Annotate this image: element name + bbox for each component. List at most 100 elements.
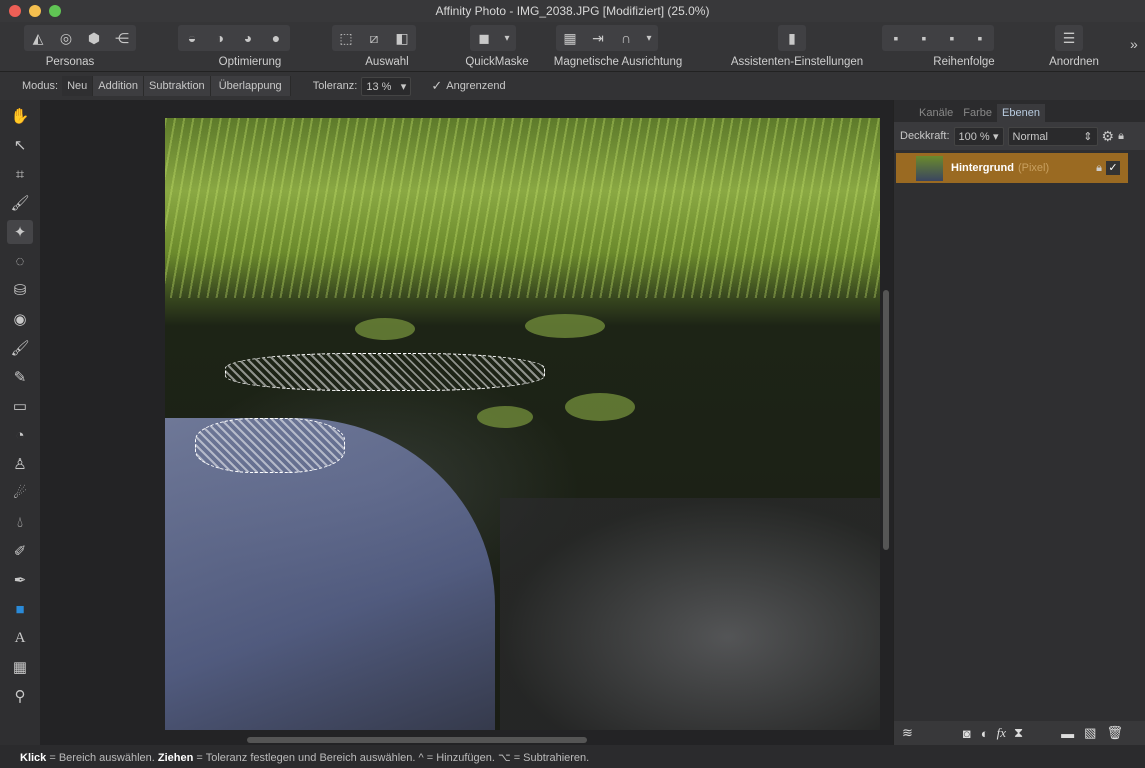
lock-icon[interactable]: 🔒︎ [1118,130,1124,143]
adjustment-icon[interactable]: ◐ [981,726,989,741]
auto-colors-icon[interactable]: ◕ [234,25,262,51]
vertical-scrollbar[interactable] [883,290,889,550]
snapping-magnet-icon[interactable]: ∩ [612,25,640,51]
dropdown-icon[interactable]: ▾ [640,25,658,51]
paint-brush-tool-icon[interactable]: 🖌︎ [7,336,33,360]
tab-channels[interactable]: Kanäle [914,104,958,122]
blend-mode-select[interactable]: Normal ⇕ [1007,126,1098,146]
clone-tool-icon[interactable]: ♙ [7,452,33,476]
contiguous-checkbox[interactable]: ✓ [431,78,442,94]
toolbar-group-label: Assistenten-Einstellungen [730,56,864,68]
mode-subtract-button[interactable]: Subtraktion [144,76,211,96]
close-button[interactable] [9,5,21,17]
layer-row[interactable]: Hintergrund (Pixel) 🔒︎ ✓ [896,153,1128,183]
dropdown-icon[interactable]: ▾ [498,25,516,51]
mode-label: Modus: [22,80,59,92]
mode-add-button[interactable]: Addition [93,76,145,96]
zoom-button[interactable] [49,5,61,17]
live-filter-icon[interactable]: ⧗ [1014,725,1023,741]
photo-persona-icon[interactable]: ◭ [24,25,52,51]
auto-levels-icon[interactable]: ◒ [178,25,206,51]
lily-pad [565,393,635,421]
selection-brush-tool-icon[interactable]: 🖌︎ [7,191,33,215]
canvas[interactable] [40,100,893,745]
export-persona-icon[interactable]: ⋲ [108,25,136,51]
invert-selection-icon[interactable]: ◧ [388,25,416,51]
toolbar-group-label: Personas [45,56,95,68]
align-icon[interactable]: ☰ [1055,25,1083,51]
blur-tool-icon[interactable]: 💧︎ [7,510,33,534]
auto-contrast-icon[interactable]: ◑ [206,25,234,51]
erase-tool-icon[interactable]: ▭ [7,394,33,418]
dropdown-icon: ▾ [992,130,999,143]
text-tool-icon[interactable]: A [7,626,33,650]
move-back-icon[interactable]: ▪ [882,25,910,51]
smudge-tool-icon[interactable]: ☄ [7,481,33,505]
tolerance-label: Toleranz: [312,80,358,92]
delete-layer-icon[interactable]: 🗑︎ [1106,725,1123,741]
select-all-icon[interactable]: ⬚ [332,25,360,51]
move-backward-icon[interactable]: ▪ [910,25,938,51]
toolbar: ◭ ◎ ⬢ ⋲ Personas ◒ ◑ ◕ ● Optimierung ⬚ ⧄ ◧ Auswahl ◼ ▾ Q… [0,22,1145,72]
zoom-tool-icon[interactable]: ⚲ [7,684,33,708]
move-tool-icon[interactable]: ↖ [7,133,33,157]
new-pixel-layer-icon[interactable]: ▧ [1084,725,1096,741]
toolbar-group-label: Reihenfolge [933,56,995,68]
toolbar-group-label: Anordnen [1049,56,1099,68]
deselect-icon[interactable]: ⧄ [360,25,388,51]
move-front-icon[interactable]: ▪ [966,25,994,51]
toolbar-group-label: QuickMaske [465,56,529,68]
color-picker-tool-icon[interactable]: ◉ [7,307,33,331]
horizontal-scrollbar[interactable] [247,737,587,743]
opacity-label: Deckkraft: [900,130,950,142]
assistant-icon[interactable]: ▮ [778,25,806,51]
mode-new-button[interactable]: Neu [62,76,94,96]
toolbar-group-personas: ◭ ◎ ⬢ ⋲ [24,25,136,51]
mask-layer-icon[interactable]: ◙ [963,726,971,741]
move-forward-icon[interactable]: ▪ [938,25,966,51]
layer-visibility-checkbox[interactable]: ✓ [1106,161,1120,175]
quickmask-icon[interactable]: ◼ [470,25,498,51]
snapping-move-icon[interactable]: ⇥ [584,25,612,51]
tolerance-field[interactable]: 13 % ▾ [361,76,412,96]
toolbar-group-reihenfolge: ▪ ▪ ▪ ▪ [882,25,994,51]
mesh-warp-tool-icon[interactable]: ▦ [7,655,33,679]
tab-color[interactable]: Farbe [958,104,997,122]
tab-layers[interactable]: Ebenen [997,104,1045,122]
title-bar: Affinity Photo - IMG_2038.JPG [Modifizie… [0,0,1145,22]
marquee-tool-icon[interactable]: ◌ [7,249,33,273]
opacity-field[interactable]: 100 % ▾ [953,126,1004,146]
liquify-persona-icon[interactable]: ◎ [52,25,80,51]
fx-icon[interactable]: fx [997,725,1006,741]
flood-select-tool-icon[interactable]: ✦ [7,220,33,244]
window-title: Affinity Photo - IMG_2038.JPG [Modifizie… [435,4,710,18]
blend-mode-value: Normal [1012,130,1048,143]
layer-thumbnail [916,155,943,181]
minimize-button[interactable] [29,5,41,17]
layers-icon[interactable]: ≋ [902,725,913,741]
dodge-tool-icon[interactable]: ◔ [7,423,33,447]
contiguous-label: Angrenzend [446,80,506,92]
pen-tool-icon[interactable]: ✒ [7,568,33,592]
gear-icon[interactable]: ⚙ [1102,128,1115,145]
fill-tool-icon[interactable]: ⛁ [7,278,33,302]
snapping-grid-icon[interactable]: ▦ [556,25,584,51]
document-image[interactable] [165,118,880,730]
status-key-drag: Ziehen [157,752,194,764]
toolbar-overflow-button[interactable]: » [1130,36,1138,52]
group-folder-icon[interactable]: ▬ [1061,726,1074,741]
hand-tool-icon[interactable]: ✋ [7,104,33,128]
layer-lock-icon[interactable]: 🔒︎ [1096,162,1102,175]
toolbar-group-label: Magnetische Ausrichtung [553,56,683,68]
crop-tool-icon[interactable]: ⌗ [7,162,33,186]
mode-intersect-button[interactable]: Überlappung [210,76,291,96]
rectangle-tool-icon[interactable]: ■ [7,597,33,621]
healing-tool-icon[interactable]: ✐ [7,539,33,563]
toolbar-group-quickmaske: ◼ ▾ [470,25,516,51]
develop-persona-icon[interactable]: ⬢ [80,25,108,51]
toolbar-group-anordnen: ☰ [1055,25,1083,51]
auto-white-balance-icon[interactable]: ● [262,25,290,51]
layer-type: (Pixel) [1017,162,1050,174]
layer-name: Hintergrund [951,162,1014,174]
color-replacement-tool-icon[interactable]: ✎ [7,365,33,389]
